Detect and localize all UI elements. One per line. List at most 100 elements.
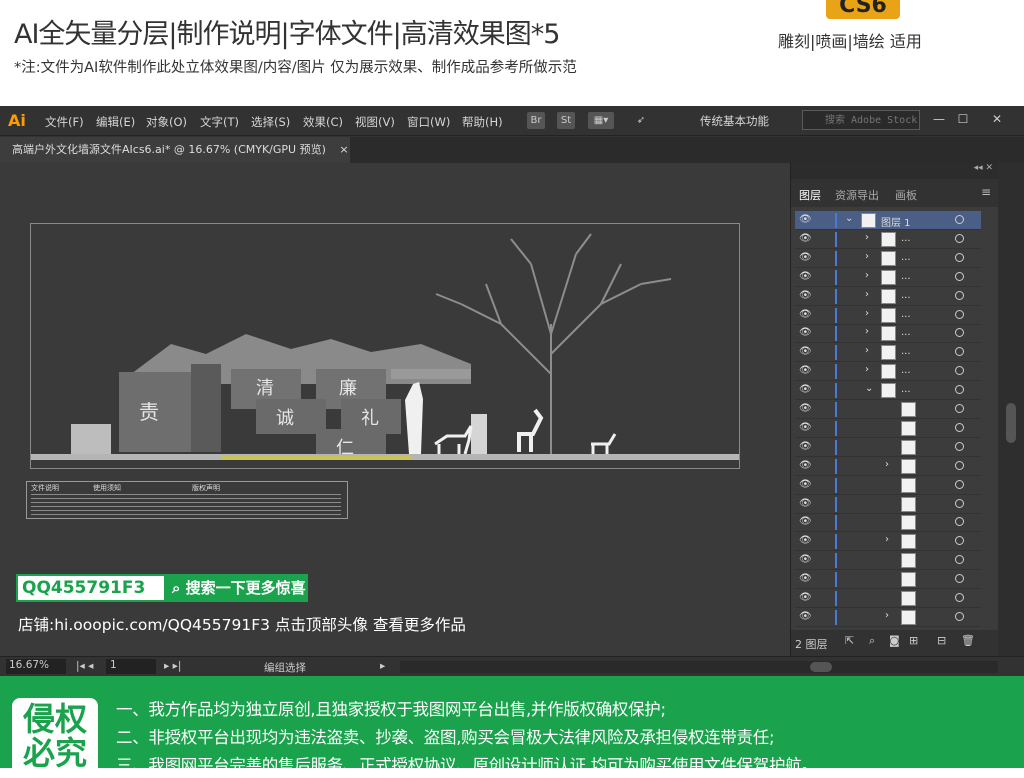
- visibility-eye-icon[interactable]: 👁: [799, 309, 812, 320]
- layer-name[interactable]: ...: [901, 271, 911, 282]
- menu-view[interactable]: 视图(V): [355, 114, 395, 130]
- layer-row[interactable]: 👁 ›...: [795, 324, 981, 344]
- menu-type[interactable]: 文字(T): [200, 114, 239, 130]
- visibility-eye-icon[interactable]: 👁: [799, 573, 812, 584]
- layer-row[interactable]: 👁 ›...: [795, 362, 981, 382]
- layer-name[interactable]: ...: [901, 252, 911, 263]
- target-circle-icon[interactable]: [955, 498, 964, 508]
- document-tab[interactable]: 高端户外文化墙源文件AIcs6.ai* @ 16.67% (CMYK/GPU 预…: [0, 137, 350, 163]
- visibility-eye-icon[interactable]: 👁: [799, 460, 812, 471]
- new-layer-icon[interactable]: ⊟: [937, 634, 946, 647]
- visibility-eye-icon[interactable]: 👁: [799, 611, 812, 622]
- document-tab-close-icon[interactable]: ×: [339, 143, 348, 156]
- target-circle-icon[interactable]: [955, 460, 964, 470]
- visibility-eye-icon[interactable]: 👁: [799, 403, 812, 414]
- visibility-eye-icon[interactable]: 👁: [799, 592, 812, 603]
- layer-row[interactable]: 👁: [795, 476, 981, 495]
- expand-chevron-icon[interactable]: ›: [865, 289, 869, 300]
- canvas-scrollbar[interactable]: [998, 163, 1024, 656]
- visibility-eye-icon[interactable]: 👁: [799, 365, 812, 376]
- zoom-select[interactable]: 16.67%: [6, 659, 66, 674]
- menu-edit[interactable]: 编辑(E): [96, 114, 135, 130]
- layer-row[interactable]: 👁 ›...: [795, 230, 981, 249]
- expand-chevron-icon[interactable]: ›: [865, 251, 869, 262]
- target-circle-icon[interactable]: [955, 271, 964, 281]
- target-circle-icon[interactable]: [955, 366, 964, 376]
- layer-row[interactable]: 👁: [795, 495, 981, 514]
- visibility-eye-icon[interactable]: 👁: [799, 516, 812, 527]
- layer-row[interactable]: 👁: [795, 513, 981, 533]
- layer-row[interactable]: 👁 ›...: [795, 249, 981, 268]
- layer-row[interactable]: 👁 ⌄ 图层 1: [795, 211, 981, 230]
- visibility-eye-icon[interactable]: 👁: [799, 346, 812, 357]
- status-arrow-icon[interactable]: ▸: [380, 660, 385, 672]
- tab-layers[interactable]: 图层: [799, 187, 821, 203]
- layer-row[interactable]: 👁 ›...: [795, 287, 981, 306]
- stock-search-input[interactable]: [802, 110, 920, 130]
- layer-name[interactable]: ...: [901, 346, 911, 357]
- menu-select[interactable]: 选择(S): [251, 114, 290, 130]
- visibility-eye-icon[interactable]: 👁: [799, 535, 812, 546]
- scroll-thumb[interactable]: [1006, 403, 1016, 443]
- visibility-eye-icon[interactable]: 👁: [799, 498, 812, 509]
- hscroll-thumb[interactable]: [810, 662, 832, 672]
- first-artboard-icon[interactable]: |◂ ◂: [76, 660, 93, 672]
- clipping-mask-icon[interactable]: ◙: [889, 634, 900, 647]
- visibility-eye-icon[interactable]: 👁: [799, 290, 812, 301]
- layer-name[interactable]: ...: [901, 365, 911, 376]
- locate-search-icon[interactable]: ⌕: [869, 634, 875, 648]
- layer-row[interactable]: 👁 ›...: [795, 343, 981, 363]
- target-circle-icon[interactable]: [955, 517, 964, 527]
- expand-chevron-icon[interactable]: ›: [865, 364, 869, 375]
- layer-row[interactable]: 👁 ⌄...: [795, 381, 981, 401]
- tab-artboards[interactable]: 画板: [895, 187, 917, 203]
- layer-row[interactable]: 👁: [795, 400, 981, 419]
- bridge-icon[interactable]: Br: [527, 112, 545, 129]
- menu-window[interactable]: 窗口(W): [407, 114, 450, 130]
- horizontal-scrollbar[interactable]: [400, 661, 998, 673]
- target-circle-icon[interactable]: [955, 215, 964, 224]
- target-circle-icon[interactable]: [955, 309, 964, 319]
- layer-row[interactable]: 👁 ›: [795, 608, 981, 627]
- panel-collapse-icon[interactable]: ◂◂ ✕: [791, 163, 999, 179]
- panel-menu-icon[interactable]: ≡: [981, 185, 991, 199]
- layer-row[interactable]: 👁: [795, 589, 981, 608]
- target-circle-icon[interactable]: [955, 347, 964, 357]
- minimize-button[interactable]: —: [928, 109, 950, 129]
- next-artboard-icon[interactable]: ▸ ▸|: [164, 660, 181, 672]
- layer-name[interactable]: ...: [901, 309, 911, 320]
- close-button[interactable]: ✕: [986, 109, 1008, 129]
- layer-row[interactable]: 👁: [795, 551, 981, 571]
- layer-name[interactable]: ...: [901, 233, 911, 244]
- expand-chevron-icon[interactable]: ›: [865, 232, 869, 243]
- layer-row[interactable]: 👁: [795, 438, 981, 457]
- tab-asset-export[interactable]: 资源导出: [835, 187, 879, 203]
- layer-name[interactable]: ...: [901, 384, 911, 395]
- visibility-eye-icon[interactable]: 👁: [799, 214, 812, 225]
- menu-help[interactable]: 帮助(H): [462, 114, 503, 130]
- target-circle-icon[interactable]: [955, 252, 964, 262]
- delete-trash-icon[interactable]: 🗑: [961, 634, 975, 647]
- expand-chevron-icon[interactable]: ›: [885, 610, 889, 621]
- expand-chevron-icon[interactable]: ›: [865, 308, 869, 319]
- target-circle-icon[interactable]: [955, 328, 964, 338]
- target-circle-icon[interactable]: [955, 479, 964, 489]
- target-circle-icon[interactable]: [955, 574, 964, 584]
- layer-row[interactable]: 👁 ›...: [795, 306, 981, 325]
- expand-chevron-icon[interactable]: ›: [865, 270, 869, 281]
- visibility-eye-icon[interactable]: 👁: [799, 384, 812, 395]
- target-circle-icon[interactable]: [955, 404, 964, 413]
- target-circle-icon[interactable]: [955, 555, 964, 565]
- target-circle-icon[interactable]: [955, 290, 964, 300]
- expand-chevron-icon[interactable]: ›: [865, 326, 869, 337]
- expand-chevron-icon[interactable]: ›: [885, 534, 889, 545]
- layer-row[interactable]: 👁: [795, 570, 981, 590]
- export-icon[interactable]: ⇱: [845, 634, 854, 647]
- layer-name[interactable]: ...: [901, 327, 911, 338]
- target-circle-icon[interactable]: [955, 536, 964, 546]
- visibility-eye-icon[interactable]: 👁: [799, 479, 812, 490]
- visibility-eye-icon[interactable]: 👁: [799, 441, 812, 452]
- target-circle-icon[interactable]: [955, 233, 964, 243]
- layer-name[interactable]: ...: [901, 290, 911, 301]
- stock-icon[interactable]: St: [557, 112, 575, 129]
